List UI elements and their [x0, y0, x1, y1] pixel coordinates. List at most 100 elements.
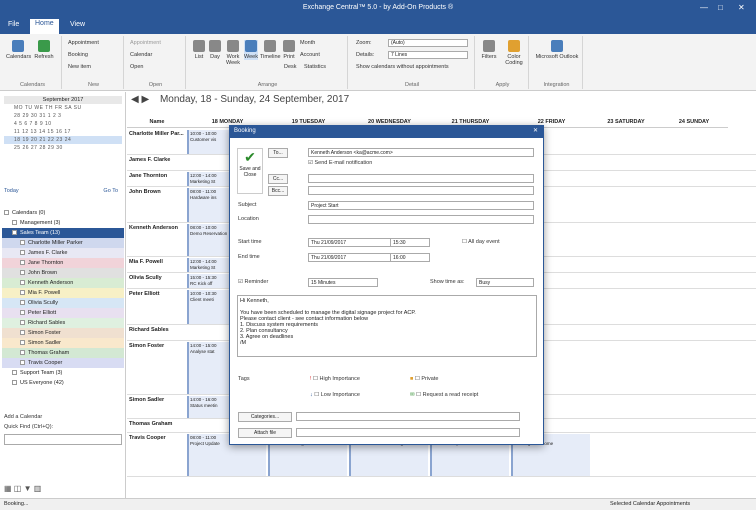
tree-node[interactable]: Management (3) — [2, 218, 124, 228]
reminder-select[interactable]: 15 Minutes — [308, 278, 378, 287]
filters-button[interactable]: Filters — [479, 40, 499, 60]
to-button[interactable]: To... — [268, 148, 288, 158]
tree-node[interactable]: Simon Sadler — [2, 338, 124, 348]
view-week-button[interactable]: Week — [244, 40, 258, 60]
prev-week-icon[interactable]: ◀ — [131, 94, 139, 105]
open-appointment-button[interactable]: Appointment — [130, 40, 161, 46]
print-button[interactable]: Print — [282, 40, 296, 60]
open-calendar-button[interactable]: Calendar — [130, 52, 152, 58]
tree-checkbox[interactable] — [20, 240, 25, 246]
tree-checkbox[interactable] — [20, 350, 25, 356]
new-booking-button[interactable]: Booking — [68, 52, 88, 58]
tree-node[interactable]: Thomas Graham — [2, 348, 124, 358]
tree-node[interactable]: Calendars (0) — [2, 208, 124, 218]
tree-checkbox[interactable] — [20, 330, 25, 336]
tree-node[interactable]: James F. Clarke — [2, 248, 124, 258]
zoom-select[interactable]: (Auto) — [388, 39, 468, 47]
cc-button[interactable]: Cc... — [268, 174, 288, 184]
show-calendars-checkbox[interactable]: Show calendars without appointments — [356, 64, 449, 70]
view-timeline-button[interactable]: Timeline — [260, 40, 281, 60]
open-button[interactable]: Open — [130, 64, 143, 70]
view-month-button[interactable]: Month — [300, 40, 315, 46]
grid-nav-icon[interactable]: ▥ — [34, 484, 42, 493]
start-date-field[interactable]: Thu 21/09/2017 — [308, 238, 396, 247]
tree-node[interactable]: Charlotte Miller Parker — [2, 238, 124, 248]
new-item-button[interactable]: New item — [68, 64, 91, 70]
subject-field[interactable]: Project Start — [308, 201, 534, 210]
desk-button[interactable]: Desk — [284, 64, 297, 70]
minimize-button[interactable]: — — [700, 3, 708, 12]
mini-calendar-month[interactable]: September 2017 — [4, 96, 122, 104]
tree-node[interactable]: Olivia Scully — [2, 298, 124, 308]
low-importance-checkbox[interactable]: ↓ ☐ Low Importance — [310, 392, 360, 398]
high-importance-checkbox[interactable]: ! ☐ High Importance — [310, 376, 360, 382]
tree-checkbox[interactable] — [4, 210, 9, 216]
tree-checkbox[interactable] — [20, 280, 25, 286]
mini-calendar-week[interactable]: 25 26 27 28 29 30 — [4, 144, 122, 152]
read-receipt-checkbox[interactable]: ✉ ☐ Request a read receipt — [410, 392, 478, 398]
tree-checkbox[interactable] — [12, 220, 17, 226]
statistics-button[interactable]: Statistics — [304, 64, 326, 70]
all-day-checkbox[interactable]: ☐ All day event — [462, 239, 500, 245]
categories-button[interactable]: Categories... — [238, 412, 292, 422]
maximize-button[interactable]: □ — [718, 3, 723, 12]
attach-field[interactable] — [296, 428, 520, 437]
tree-node[interactable]: Sales Team (13) — [2, 228, 124, 238]
location-field[interactable] — [308, 215, 534, 224]
add-calendar-link[interactable]: Add a Calendar — [4, 414, 42, 420]
reminder-checkbox[interactable]: ☑ Reminder — [238, 279, 268, 285]
calendars-button[interactable]: Calendars — [6, 40, 31, 60]
tree-node[interactable]: Richard Sables — [2, 318, 124, 328]
tree-node[interactable]: Kenneth Anderson — [2, 278, 124, 288]
tree-checkbox[interactable] — [20, 260, 25, 266]
folder-nav-icon[interactable]: ◫ — [14, 484, 22, 493]
tree-checkbox[interactable] — [20, 340, 25, 346]
tree-checkbox[interactable] — [12, 230, 17, 236]
view-list-button[interactable]: List — [192, 40, 206, 60]
tree-checkbox[interactable] — [20, 250, 25, 256]
end-date-field[interactable]: Thu 21/09/2017 — [308, 253, 396, 262]
goto-link[interactable]: Go To — [103, 188, 118, 194]
end-time-field[interactable]: 16:00 — [390, 253, 430, 262]
day-header[interactable]: 24 SUNDAY — [660, 116, 728, 128]
mini-calendar-week[interactable]: 18 19 20 21 22 23 24 — [4, 136, 122, 144]
menu-view[interactable]: View — [70, 21, 85, 28]
next-week-icon[interactable]: ▶ — [141, 94, 149, 105]
calendar-nav-icon[interactable]: ▦ — [4, 484, 12, 493]
categories-field[interactable] — [296, 412, 520, 421]
close-button[interactable]: ✕ — [738, 3, 745, 12]
attach-file-button[interactable]: Attach file — [238, 428, 292, 438]
tree-node[interactable]: John Brown — [2, 268, 124, 278]
quick-find-input[interactable] — [4, 434, 122, 445]
bcc-button[interactable]: Bcc... — [268, 186, 288, 196]
send-email-checkbox[interactable]: ☑ Send E-mail notification — [308, 160, 372, 166]
tree-checkbox[interactable] — [12, 370, 17, 376]
new-appointment-button[interactable]: Appointment — [68, 40, 99, 46]
menu-home[interactable]: Home — [30, 19, 59, 34]
save-close-button[interactable]: ✔ Save and Close — [237, 148, 263, 194]
dialog-close-icon[interactable]: ✕ — [533, 127, 538, 134]
bcc-field[interactable] — [308, 186, 534, 195]
body-textarea[interactable]: Hi Kenneth, You have been scheduled to m… — [237, 295, 537, 357]
tree-node[interactable]: Peter Elliott — [2, 308, 124, 318]
tree-node[interactable]: Jane Thornton — [2, 258, 124, 268]
account-button[interactable]: Account — [300, 52, 320, 58]
tree-checkbox[interactable] — [20, 300, 25, 306]
tree-node[interactable]: Mia F. Powell — [2, 288, 124, 298]
view-workweek-button[interactable]: Work Week — [224, 40, 242, 66]
tree-node[interactable]: Support Team (3) — [2, 368, 124, 378]
menu-file[interactable]: File — [8, 21, 19, 28]
color-coding-button[interactable]: Color Coding — [501, 40, 527, 66]
private-checkbox[interactable]: ■ ☐ Private — [410, 376, 438, 382]
tree-checkbox[interactable] — [20, 310, 25, 316]
tree-checkbox[interactable] — [20, 270, 25, 276]
tree-node[interactable]: Travis Cooper — [2, 358, 124, 368]
to-field[interactable]: Kenneth Anderson <ka@acme.com> — [308, 148, 534, 157]
tree-node[interactable]: Simon Foster — [2, 328, 124, 338]
details-select[interactable]: 7 Lines — [388, 51, 468, 59]
filter-nav-icon[interactable]: ▼ — [24, 484, 32, 493]
tree-node[interactable]: US Everyone (42) — [2, 378, 124, 388]
cc-field[interactable] — [308, 174, 534, 183]
day-header[interactable]: 23 SATURDAY — [592, 116, 660, 128]
mini-calendar-week[interactable]: 28 29 30 31 1 2 3 — [4, 112, 122, 120]
